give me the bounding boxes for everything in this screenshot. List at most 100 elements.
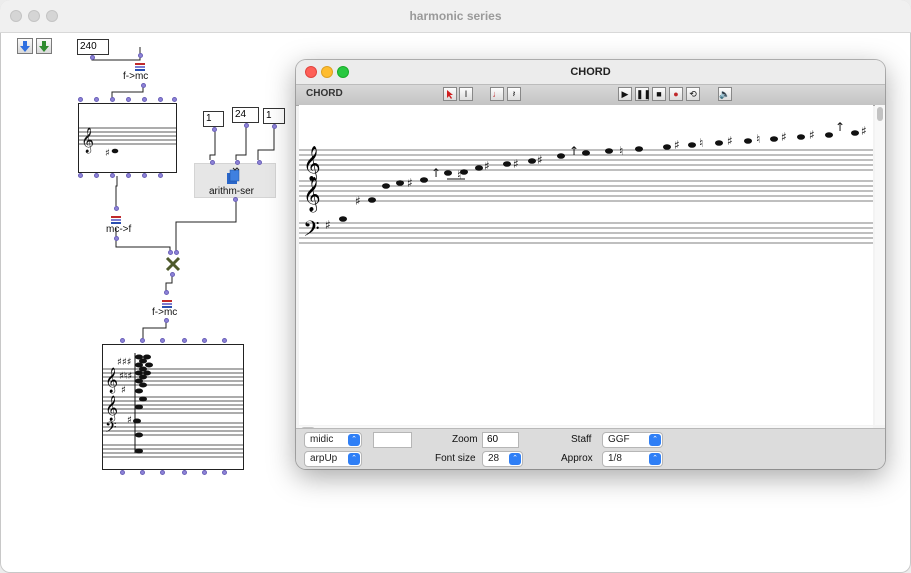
omega-function-icon bbox=[134, 59, 146, 71]
mode-select-value: midic bbox=[310, 434, 334, 445]
outlet-dot[interactable] bbox=[164, 318, 169, 323]
note-icon[interactable]: ♩ bbox=[490, 87, 504, 101]
arithm-ser-icon bbox=[225, 167, 243, 185]
inlet-dot[interactable] bbox=[174, 250, 179, 255]
zoom-field[interactable]: 60 bbox=[482, 432, 519, 448]
svg-text:↑: ↑ bbox=[835, 120, 845, 134]
fontsize-label: Font size bbox=[435, 453, 476, 464]
chord-window-title: CHORD bbox=[570, 66, 611, 78]
outlet-dot[interactable] bbox=[114, 236, 119, 241]
chord-toolbar: CHORD I ♩ 𝄽 ▶ ❚❚ ■ ● ⟲ 🔈 bbox=[296, 84, 885, 106]
play-icon[interactable]: ▶ bbox=[618, 87, 632, 101]
svg-text:♯: ♯ bbox=[513, 157, 519, 171]
mc-to-f-label: mc->f bbox=[106, 224, 132, 235]
inlet-dot[interactable] bbox=[164, 290, 169, 295]
svg-text:♯: ♯ bbox=[727, 134, 733, 148]
outlet-row bbox=[78, 173, 178, 179]
chord-settings-panel: midic ⌃ Zoom 60 Staff GGF ⌃ arpUp ⌃ Font si… bbox=[296, 428, 885, 469]
svg-text:↑: ↑ bbox=[431, 166, 441, 180]
staff-label: Staff bbox=[571, 434, 592, 445]
outlet-dot[interactable] bbox=[233, 197, 238, 202]
outlet-dot[interactable] bbox=[272, 124, 277, 129]
svg-text:𝄞: 𝄞 bbox=[105, 367, 118, 393]
record-icon[interactable]: ● bbox=[669, 87, 683, 101]
number-box-arith-step[interactable]: 1 bbox=[263, 108, 285, 124]
score-view[interactable]: 𝄞 𝄞 𝄢 ♯ ♯ ♯ ↑ ♮ ♯ ♯ ♯ ↑ ♮ ♯ ♮ ♯ ♮ ♯ ♯ ↑ … bbox=[299, 105, 873, 425]
svg-text:♯: ♯ bbox=[809, 128, 815, 142]
svg-text:♯: ♯ bbox=[325, 218, 331, 232]
chord-box-top[interactable]: 𝄞 ♯ bbox=[78, 103, 177, 173]
outlet-dot[interactable] bbox=[170, 272, 175, 277]
svg-text:♮: ♮ bbox=[756, 132, 760, 146]
svg-text:↑: ↑ bbox=[569, 144, 579, 158]
outlet-row bbox=[102, 470, 244, 476]
svg-text:♯: ♯ bbox=[674, 138, 680, 152]
svg-text:♯♯♯: ♯♯♯ bbox=[117, 357, 132, 368]
rest-icon[interactable]: 𝄽 bbox=[507, 87, 521, 101]
outlet-dot[interactable] bbox=[141, 83, 146, 88]
arithm-ser-label: arithm-ser bbox=[209, 186, 255, 197]
svg-text:♯: ♯ bbox=[407, 176, 413, 190]
fontsize-select[interactable]: 28 ⌃ bbox=[482, 451, 523, 467]
outlet-dot[interactable] bbox=[90, 55, 95, 60]
omega-function-icon bbox=[161, 296, 173, 308]
cross-multiply-icon[interactable] bbox=[165, 256, 181, 272]
svg-text:♮: ♮ bbox=[699, 136, 703, 150]
inlet-dot[interactable] bbox=[168, 250, 173, 255]
svg-text:♯: ♯ bbox=[121, 385, 126, 396]
approx-select-value: 1/8 bbox=[608, 453, 622, 464]
zoom-label: Zoom bbox=[452, 434, 478, 445]
toolbar-label: CHORD bbox=[306, 88, 343, 99]
chevron-updown-icon: ⌃ bbox=[348, 453, 360, 465]
svg-text:𝄞: 𝄞 bbox=[105, 395, 118, 421]
chevron-updown-icon: ⌃ bbox=[509, 453, 521, 465]
number-box-arith-start[interactable]: 1 bbox=[203, 111, 224, 127]
stop-icon[interactable]: ■ bbox=[652, 87, 666, 101]
inlet-dot[interactable] bbox=[138, 53, 143, 58]
number-box-arith-end[interactable]: 24 bbox=[232, 107, 259, 123]
arrow-tool-icon[interactable] bbox=[443, 87, 457, 101]
svg-text:♮: ♮ bbox=[457, 168, 461, 182]
f-to-mc-label-bottom: f->mc bbox=[152, 307, 178, 318]
f-to-mc-label-top: f->mc bbox=[123, 71, 149, 82]
outlet-dot[interactable] bbox=[212, 127, 217, 132]
svg-text:♯: ♯ bbox=[127, 415, 132, 426]
chord-titlebar: CHORD bbox=[296, 60, 885, 84]
svg-text:𝄢: 𝄢 bbox=[303, 217, 320, 247]
staff-select-value: GGF bbox=[608, 434, 630, 445]
approx-label: Approx bbox=[561, 453, 593, 464]
svg-text:♯: ♯ bbox=[861, 124, 867, 138]
number-box-fundamental[interactable]: 240 bbox=[77, 39, 109, 55]
arp-select-value: arpUp bbox=[310, 453, 338, 464]
score-notation: 𝄞 𝄞 𝄢 ♯ ♯ ♯ ↑ ♮ ♯ ♯ ♯ ↑ ♮ ♯ ♮ ♯ ♮ ♯ ♯ ↑ … bbox=[299, 120, 873, 247]
svg-text:𝄞: 𝄞 bbox=[303, 177, 321, 213]
text-tool-icon[interactable]: I bbox=[459, 87, 473, 101]
svg-text:♯: ♯ bbox=[537, 153, 543, 167]
mode-field[interactable] bbox=[373, 432, 412, 448]
svg-text:♯: ♯ bbox=[355, 194, 361, 208]
outlet-dot[interactable] bbox=[244, 123, 249, 128]
mode-select[interactable]: midic ⌃ bbox=[304, 432, 362, 448]
approx-select[interactable]: 1/8 ⌃ bbox=[602, 451, 663, 467]
speaker-icon[interactable]: 🔈 bbox=[718, 87, 732, 101]
vertical-scrollbar[interactable] bbox=[875, 105, 885, 425]
arp-select[interactable]: arpUp ⌃ bbox=[304, 451, 362, 467]
chevron-updown-icon: ⌃ bbox=[649, 453, 661, 465]
chevron-updown-icon: ⌃ bbox=[649, 434, 661, 446]
chord-box-bottom[interactable]: 𝄞 𝄞 𝄢 ♯♯♯ ♯♮♯ ♯ ♯ bbox=[102, 344, 244, 470]
inlet-dot[interactable] bbox=[114, 206, 119, 211]
staff-select[interactable]: GGF ⌃ bbox=[602, 432, 663, 448]
fontsize-select-value: 28 bbox=[488, 453, 500, 464]
chord-editor-window: CHORD CHORD I ♩ 𝄽 ▶ ❚❚ ■ ● ⟲ 🔈 𝄞 𝄞 𝄢 ♯ ♯ bbox=[296, 60, 885, 469]
svg-text:♯: ♯ bbox=[484, 159, 490, 173]
chevron-updown-icon: ⌃ bbox=[348, 434, 360, 446]
svg-text:♯♮♯: ♯♮♯ bbox=[119, 371, 132, 382]
svg-text:𝄞: 𝄞 bbox=[81, 127, 94, 153]
loop-icon[interactable]: ⟲ bbox=[686, 87, 700, 101]
svg-text:♯: ♯ bbox=[105, 148, 110, 159]
omega-function-icon bbox=[110, 212, 122, 224]
arithm-ser-box[interactable]: arithm-ser bbox=[194, 160, 276, 198]
pause-icon[interactable]: ❚❚ bbox=[635, 87, 651, 101]
svg-text:𝄢: 𝄢 bbox=[105, 419, 117, 440]
svg-text:♯: ♯ bbox=[781, 130, 787, 144]
